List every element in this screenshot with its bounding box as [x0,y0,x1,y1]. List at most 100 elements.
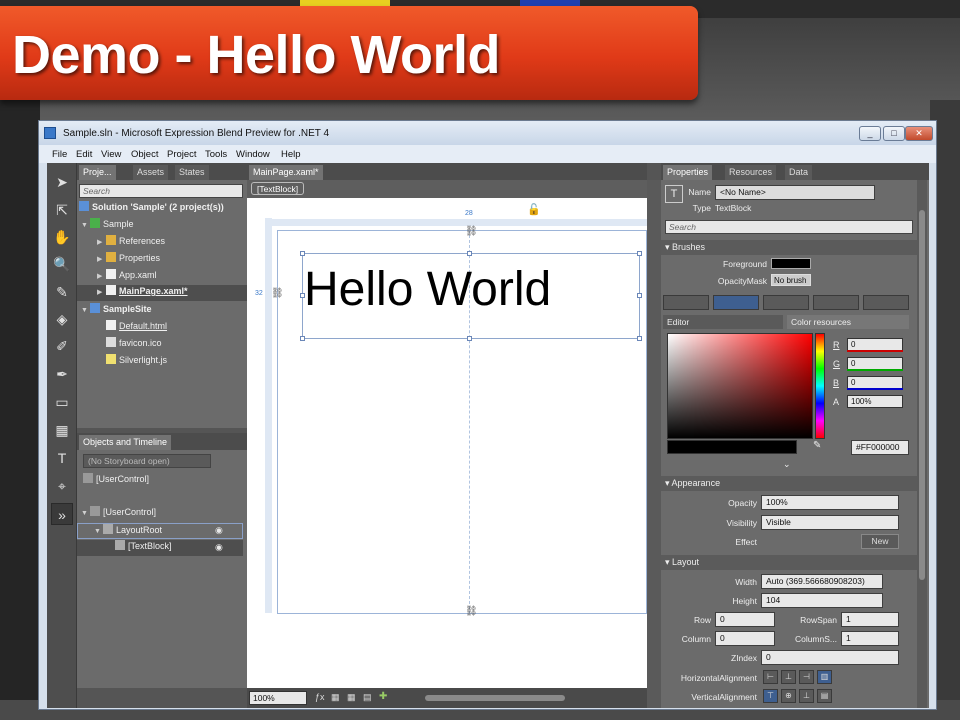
object-item-usercontrol[interactable]: ▼ [UserControl] [81,506,156,522]
tile-brush-button[interactable] [813,295,859,310]
halign-stretch-button[interactable]: ▥ [817,670,832,684]
valign-center-button[interactable]: ⊕ [781,689,796,703]
eyedropper-tool-icon[interactable]: ✎ [51,281,73,303]
expand-arrow-icon[interactable]: ▼ [94,528,103,535]
resize-handle[interactable] [300,293,305,298]
menu-window[interactable]: Window [236,149,270,160]
column-field[interactable]: 0 [715,631,775,646]
properties-search-input[interactable]: Search [665,220,913,234]
resize-handle[interactable] [637,336,642,341]
snap-lines-icon[interactable]: ▤ [363,692,372,703]
scrollbar-thumb[interactable] [919,210,925,580]
anchor-chain-icon[interactable]: ⛓ [465,606,478,617]
menu-edit[interactable]: Edit [76,149,92,160]
visibility-eye-icon[interactable]: ◉ [215,525,223,536]
pen-tool-icon[interactable]: ✒ [51,363,73,385]
resize-handle[interactable] [637,251,642,256]
tab-resources[interactable]: Resources [725,165,777,180]
columnspan-field[interactable]: 1 [841,631,899,646]
section-brushes[interactable]: ▾ Brushes [661,240,917,255]
tab-objects-timeline[interactable]: Objects and Timeline [79,435,172,450]
hex-color-input[interactable]: #FF000000 [851,440,909,455]
tab-properties[interactable]: Properties [663,165,713,180]
grid-toggle-icon[interactable]: ▦ [331,692,340,703]
menu-tools[interactable]: Tools [205,149,227,160]
expand-arrow-icon[interactable]: ▼ [81,307,90,314]
valign-bottom-button[interactable]: ⊥ [799,689,814,703]
breadcrumb-item[interactable]: [TextBlock] [251,182,305,195]
eyedropper-icon[interactable]: ✎ [813,440,821,451]
tab-data[interactable]: Data [785,165,813,180]
opacitymask-value[interactable]: No brush [771,274,811,286]
visibility-dropdown[interactable]: Visible [761,515,899,530]
artboard[interactable]: Hello World 28 32 ⛓ ⛓ ⛓ 🔓 [247,198,647,688]
effects-toggle-icon[interactable]: ƒx [315,692,325,702]
red-slider[interactable] [847,350,903,352]
name-field[interactable]: <No Name> [715,185,875,200]
opacity-field[interactable]: 100% [761,495,899,510]
hue-slider[interactable] [815,333,825,439]
zoom-dropdown[interactable]: 100% [249,691,307,705]
maximize-button[interactable]: □ [883,126,905,141]
halign-center-button[interactable]: ⊥ [781,670,796,684]
properties-scrollbar[interactable] [917,180,927,708]
tab-projects[interactable]: Proje... [79,165,116,180]
editor-tab[interactable]: Editor [663,315,783,329]
tree-item-sample[interactable]: ▼ Sample [81,218,134,234]
tab-states[interactable]: States [175,165,209,180]
menu-object[interactable]: Object [131,149,158,160]
section-appearance[interactable]: ▾ Appearance [661,476,917,491]
tree-item-app-xaml[interactable]: ▶ App.xaml [97,269,157,285]
tree-item-favicon[interactable]: favicon.ico [106,337,162,353]
tab-assets[interactable]: Assets [133,165,169,180]
paint-bucket-tool-icon[interactable]: ◈ [51,308,73,330]
gradient-brush-button[interactable] [763,295,809,310]
object-item-usercontrol-root[interactable]: [UserControl] [83,473,149,489]
tab-mainpage[interactable]: MainPage.xaml* [249,165,323,180]
visibility-eye-icon[interactable]: ◉ [215,542,223,553]
textblock-tool-icon[interactable]: T [51,447,73,469]
resize-handle[interactable] [637,293,642,298]
row-field[interactable]: 0 [715,612,775,627]
expand-arrow-icon[interactable]: ▶ [97,238,106,246]
control-tool-icon[interactable]: ⌖ [51,475,73,497]
tree-item-properties[interactable]: ▶ Properties [97,252,160,268]
expand-arrow-icon[interactable]: ▼ [81,510,90,517]
resource-brush-button[interactable] [863,295,909,310]
expand-arrow-icon[interactable]: ▼ [81,222,90,229]
valign-top-button[interactable]: ⊤ [763,689,778,703]
color-gradient-picker[interactable] [667,333,813,439]
snap-points-icon[interactable]: ✚ [379,691,387,702]
alpha-input[interactable]: 100% [847,395,903,408]
expand-arrow-icon[interactable]: ▶ [97,288,106,296]
color-resources-tab[interactable]: Color resources [787,315,909,329]
horizontal-scrollbar[interactable] [425,695,565,701]
tree-item-references[interactable]: ▶ References [97,235,165,251]
snap-grid-icon[interactable]: ▦ [347,692,356,703]
selection-tool-icon[interactable]: ➤ [51,171,73,193]
storyboard-dropdown[interactable]: (No Storyboard open) [83,454,211,468]
tree-item-samplesite[interactable]: ▼ SampleSite [81,303,152,319]
expand-arrow-icon[interactable]: ▶ [97,272,106,280]
anchor-chain-icon[interactable]: ⛓ [271,288,284,299]
tree-item-silverlight-js[interactable]: Silverlight.js [106,354,167,370]
section-layout[interactable]: ▾ Layout [661,555,917,570]
lock-icon[interactable]: 🔓 [527,203,541,216]
resize-handle[interactable] [467,251,472,256]
halign-left-button[interactable]: ⊢ [763,670,778,684]
rectangle-tool-icon[interactable]: ▭ [51,391,73,413]
assets-expand-icon[interactable]: » [51,503,73,525]
blue-slider[interactable] [847,388,903,390]
menu-view[interactable]: View [101,149,121,160]
tree-item-default-html[interactable]: Default.html [106,320,167,336]
tree-item-mainpage-xaml[interactable]: ▶ MainPage.xaml* [77,285,247,301]
project-search-input[interactable]: Search [79,184,243,198]
menu-help[interactable]: Help [281,149,301,160]
width-field[interactable]: Auto (369.566680908203) [761,574,883,589]
hello-world-text[interactable]: Hello World [304,262,551,317]
resize-handle[interactable] [467,336,472,341]
solid-brush-button[interactable] [713,295,759,310]
green-slider[interactable] [847,369,903,371]
menu-project[interactable]: Project [167,149,197,160]
new-effect-button[interactable]: New [861,534,899,549]
